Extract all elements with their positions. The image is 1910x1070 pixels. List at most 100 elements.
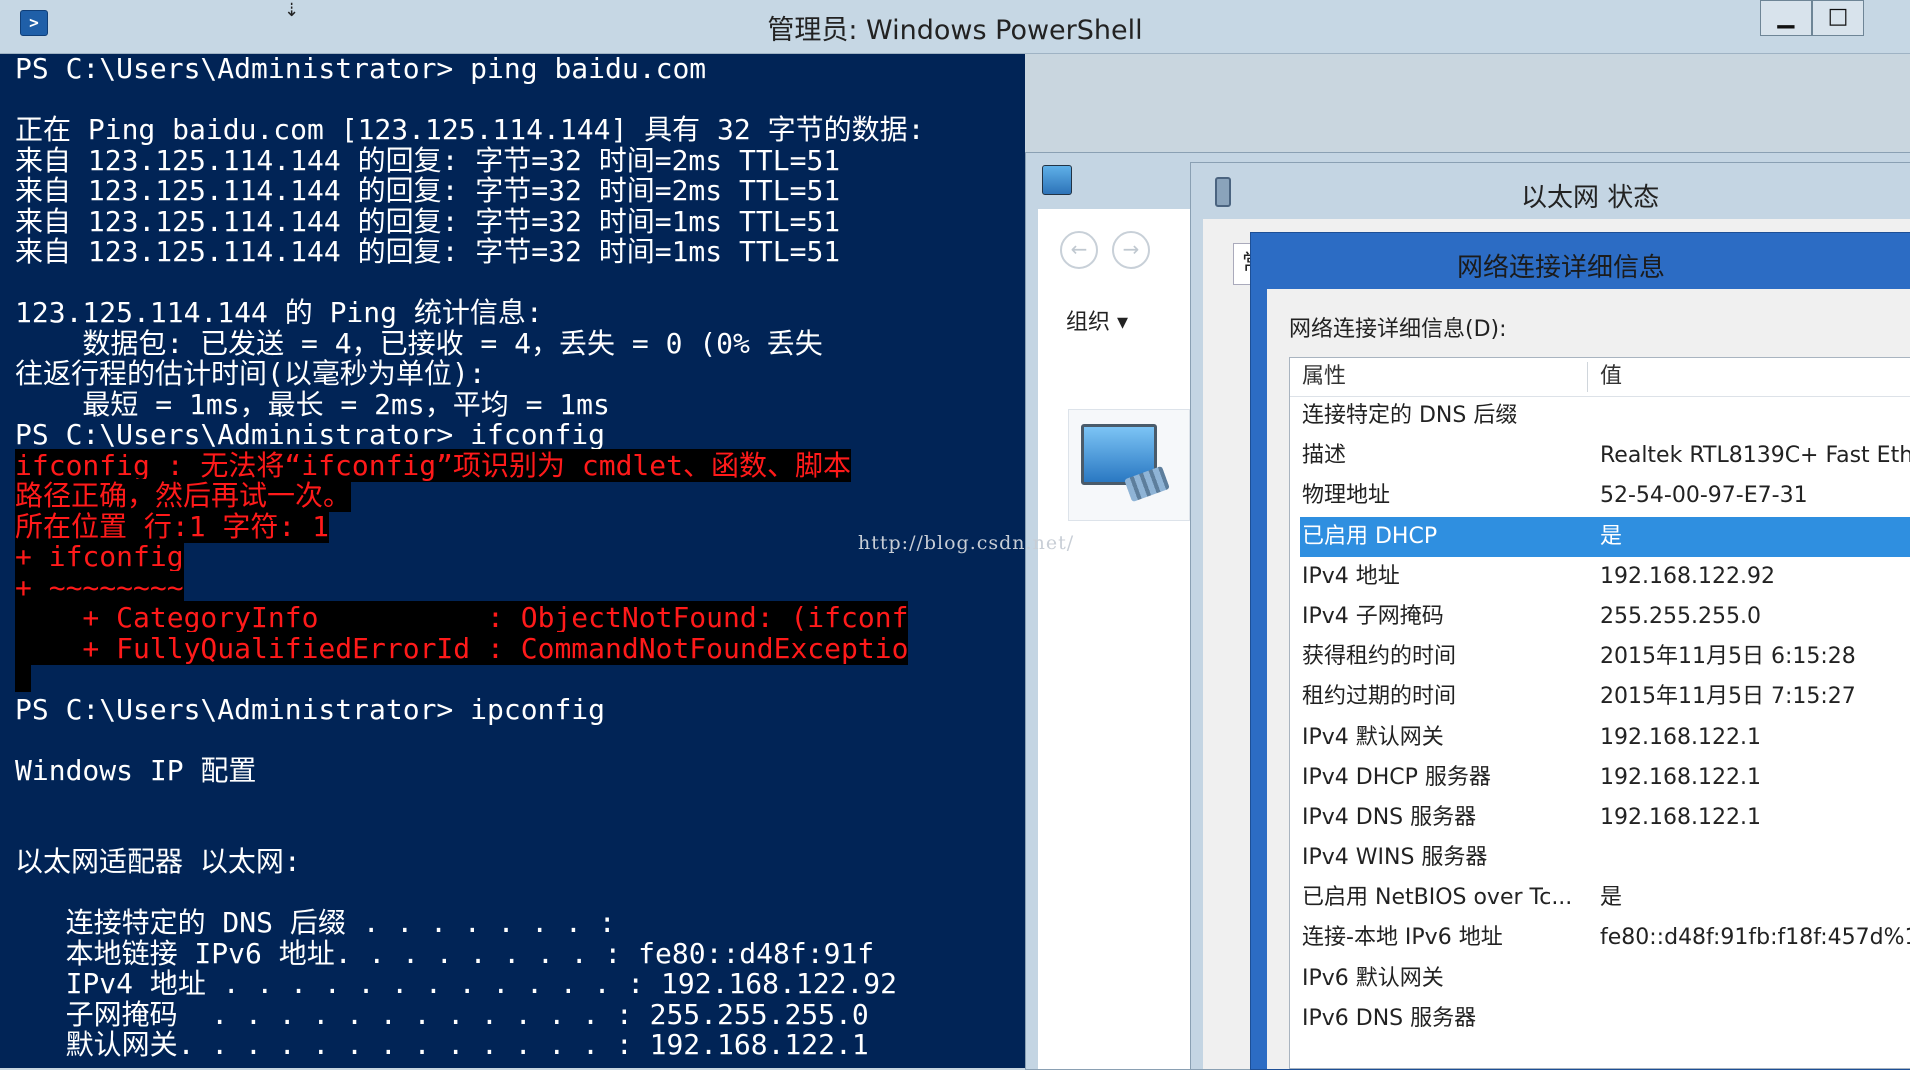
detail-row[interactable]: IPv4 子网掩码 255.255.255.0: [1290, 597, 1910, 637]
detail-property: IPv6 默认网关: [1302, 965, 1444, 991]
detail-row[interactable]: 租约过期的时间 2015年11月5日 7:15:27: [1290, 677, 1910, 717]
detail-row[interactable]: IPv4 地址 192.168.122.92: [1290, 557, 1910, 597]
console-line-text: PS C:\Users\Administrator> ping baidu.co…: [15, 54, 707, 85]
detail-row[interactable]: IPv6 默认网关: [1290, 959, 1910, 999]
console-line-text: 所在位置 行:1 字符: 1: [15, 509, 330, 543]
details-list[interactable]: 属性 值 连接特定的 DNS 后缀描述 Realtek RTL8139C+ Fas…: [1289, 357, 1910, 1069]
console-line-text: 来自 123.125.114.144 的回复: 字节=32 时间=2ms TTL…: [15, 174, 841, 207]
detail-row[interactable]: 已启用 NetBIOS over Tc... 是: [1290, 878, 1910, 918]
console-line-text: 子网掩码 . . . . . . . . . . . . : 255.255.2…: [15, 997, 869, 1031]
detail-value: 255.255.255.0: [1600, 603, 1761, 629]
console-line: + CategoryInfo : ObjectNotFound: (ifconf: [15, 601, 924, 634]
console-line: ifconfig : 无法将“ifconfig”项识别为 cmdlet、函数、脚…: [15, 448, 924, 482]
console-line-text: 来自 123.125.114.144 的回复: 字节=32 时间=2ms TTL…: [15, 143, 841, 177]
console-line-text: Windows IP 配置: [15, 753, 257, 787]
forward-button[interactable]: →: [1112, 231, 1150, 269]
console-line: 来自 123.125.114.144 的回复: 字节=32 时间=1ms TTL…: [15, 206, 924, 238]
detail-row[interactable]: 连接特定的 DNS 后缀: [1290, 396, 1910, 436]
detail-property: 连接-本地 IPv6 地址: [1302, 925, 1503, 951]
detail-row[interactable]: 描述 Realtek RTL8139C+ Fast Eth: [1290, 436, 1910, 476]
console-line-text: 来自 123.125.114.144 的回复: 字节=32 时间=1ms TTL…: [15, 235, 841, 268]
detail-value: 192.168.122.1: [1600, 764, 1761, 790]
detail-value: 192.168.122.1: [1600, 804, 1761, 830]
console-line-text: 数据包: 已发送 = 4，已接收 = 4，丢失 = 0 (0% 丢失: [15, 326, 823, 360]
console-line: IPv4 地址 . . . . . . . . . . . . : 192.16…: [15, 968, 924, 1000]
detail-property: 租约过期的时间: [1302, 684, 1457, 710]
console-line-text: 默认网关. . . . . . . . . . . . . : 192.168.…: [15, 1028, 869, 1061]
organize-menu[interactable]: 组织 ▾: [1066, 304, 1128, 336]
powershell-console[interactable]: PS C:\Users\Administrator> ping baidu.co…: [0, 54, 1025, 1068]
detail-property: 获得租约的时间: [1302, 644, 1457, 670]
detail-row[interactable]: 已启用 DHCP 是: [1300, 516, 1910, 557]
console-line: Windows IP 配置: [15, 753, 924, 787]
console-line-text: + CategoryInfo : ObjectNotFound: (ifconf: [15, 601, 909, 634]
console-line-text: + FullyQualifiedErrorId : CommandNotFoun…: [15, 631, 909, 665]
console-line: 连接特定的 DNS 后缀 . . . . . . . :: [15, 907, 924, 939]
detail-row[interactable]: IPv4 DNS 服务器 192.168.122.1: [1290, 798, 1910, 838]
detail-value: 是: [1600, 885, 1623, 911]
detail-value: Realtek RTL8139C+ Fast Eth: [1600, 443, 1910, 469]
console-line: 正在 Ping baidu.com [123.125.114.144] 具有 3…: [15, 114, 924, 146]
minimize-button[interactable]: ▁: [1760, 0, 1812, 36]
powershell-titlebar[interactable]: > ⇣ 管理员: Windows PowerShell ▁ □: [0, 0, 1910, 54]
ethernet-adapter-item[interactable]: [1068, 409, 1190, 521]
detail-property: IPv4 地址: [1302, 563, 1400, 589]
console-line: 数据包: 已发送 = 4，已接收 = 4，丢失 = 0 (0% 丢失: [15, 326, 924, 360]
back-button[interactable]: ←: [1060, 231, 1098, 269]
detail-value: 是: [1600, 523, 1623, 549]
console-line: PS C:\Users\Administrator> ifconfig: [15, 418, 924, 451]
detail-property: 连接特定的 DNS 后缀: [1302, 403, 1518, 428]
network-folder-icon: [1042, 165, 1072, 195]
console-line: + ifconfig: [15, 540, 924, 573]
details-title: 网络连接详细信息: [1456, 253, 1665, 283]
maximize-button[interactable]: □: [1812, 0, 1864, 36]
watermark: http://blog.csdn.net/: [858, 532, 1075, 554]
detail-property: 已启用 DHCP: [1302, 523, 1438, 549]
console-line-text: PS C:\Users\Administrator> ifconfig: [15, 418, 606, 451]
detail-property: 物理地址: [1302, 483, 1391, 509]
column-header-value[interactable]: 值: [1600, 358, 1622, 396]
detail-row[interactable]: 物理地址 52-54-00-97-E7-31: [1290, 476, 1910, 516]
detail-row[interactable]: 连接-本地 IPv6 地址 fe80::d48f:91fb:f18f:457d%1…: [1290, 918, 1910, 958]
console-line: + ~~~~~~~~: [15, 570, 924, 604]
details-list-label: 网络连接详细信息(D):: [1289, 317, 1507, 342]
console-line: 子网掩码 . . . . . . . . . . . . : 255.255.2…: [15, 997, 924, 1031]
console-line: PS C:\Users\Administrator> ipconfig: [15, 694, 924, 726]
detail-row[interactable]: 获得租约的时间 2015年11月5日 6:15:28: [1290, 637, 1910, 677]
detail-value: 2015年11月5日 6:15:28: [1600, 644, 1856, 670]
console-line: 所在位置 行:1 字符: 1: [15, 509, 924, 543]
console-line-text: 往返行程的估计时间(以毫秒为单位):: [15, 357, 486, 390]
console-line-text: [15, 664, 31, 692]
detail-value: 52-54-00-97-E7-31: [1600, 483, 1808, 509]
network-details-dialog[interactable]: 网络连接详细信息 网络连接详细信息(D): 属性 值 连接特定的 DNS 后缀描…: [1250, 232, 1910, 1070]
details-rows: 连接特定的 DNS 后缀描述 Realtek RTL8139C+ Fast Eth…: [1290, 396, 1910, 1039]
console-line: 来自 123.125.114.144 的回复: 字节=32 时间=2ms TTL…: [15, 143, 924, 177]
detail-row[interactable]: IPv4 默认网关 192.168.122.1: [1290, 718, 1910, 758]
detail-row[interactable]: IPv6 DNS 服务器: [1290, 999, 1910, 1039]
console-line-text: 以太网适配器 以太网:: [15, 845, 301, 878]
details-client-area: 网络连接详细信息(D): 属性 值 连接特定的 DNS 后缀描述 Realtek …: [1267, 289, 1910, 1069]
console-line: 默认网关. . . . . . . . . . . . . : 192.168.…: [15, 1028, 924, 1061]
detail-property: IPv6 DNS 服务器: [1302, 1005, 1477, 1031]
console-line: 来自 123.125.114.144 的回复: 字节=32 时间=1ms TTL…: [15, 235, 924, 268]
detail-property: 已启用 NetBIOS over Tc...: [1302, 885, 1573, 911]
console-line: [15, 664, 924, 695]
detail-value: 192.168.122.1: [1600, 724, 1761, 750]
console-line-text: 路径正确，然后再试一次。: [15, 479, 352, 512]
column-divider[interactable]: [1587, 362, 1588, 392]
console-line: 以太网适配器 以太网:: [15, 845, 924, 878]
console-line-text: + ~~~~~~~~: [15, 570, 184, 604]
ethernet-status-title: 以太网 状态: [1521, 183, 1660, 213]
detail-row[interactable]: IPv4 DHCP 服务器 192.168.122.1: [1290, 758, 1910, 798]
column-header-property[interactable]: 属性: [1302, 358, 1346, 396]
ethernet-icon: [1215, 177, 1231, 207]
list-header: 属性 值: [1290, 358, 1910, 397]
console-line: PS C:\Users\Administrator> ping baidu.co…: [15, 54, 924, 85]
console-output: PS C:\Users\Administrator> ping baidu.co…: [15, 54, 924, 1061]
detail-property: IPv4 默认网关: [1302, 724, 1444, 750]
detail-row[interactable]: IPv4 WINS 服务器: [1290, 838, 1910, 878]
